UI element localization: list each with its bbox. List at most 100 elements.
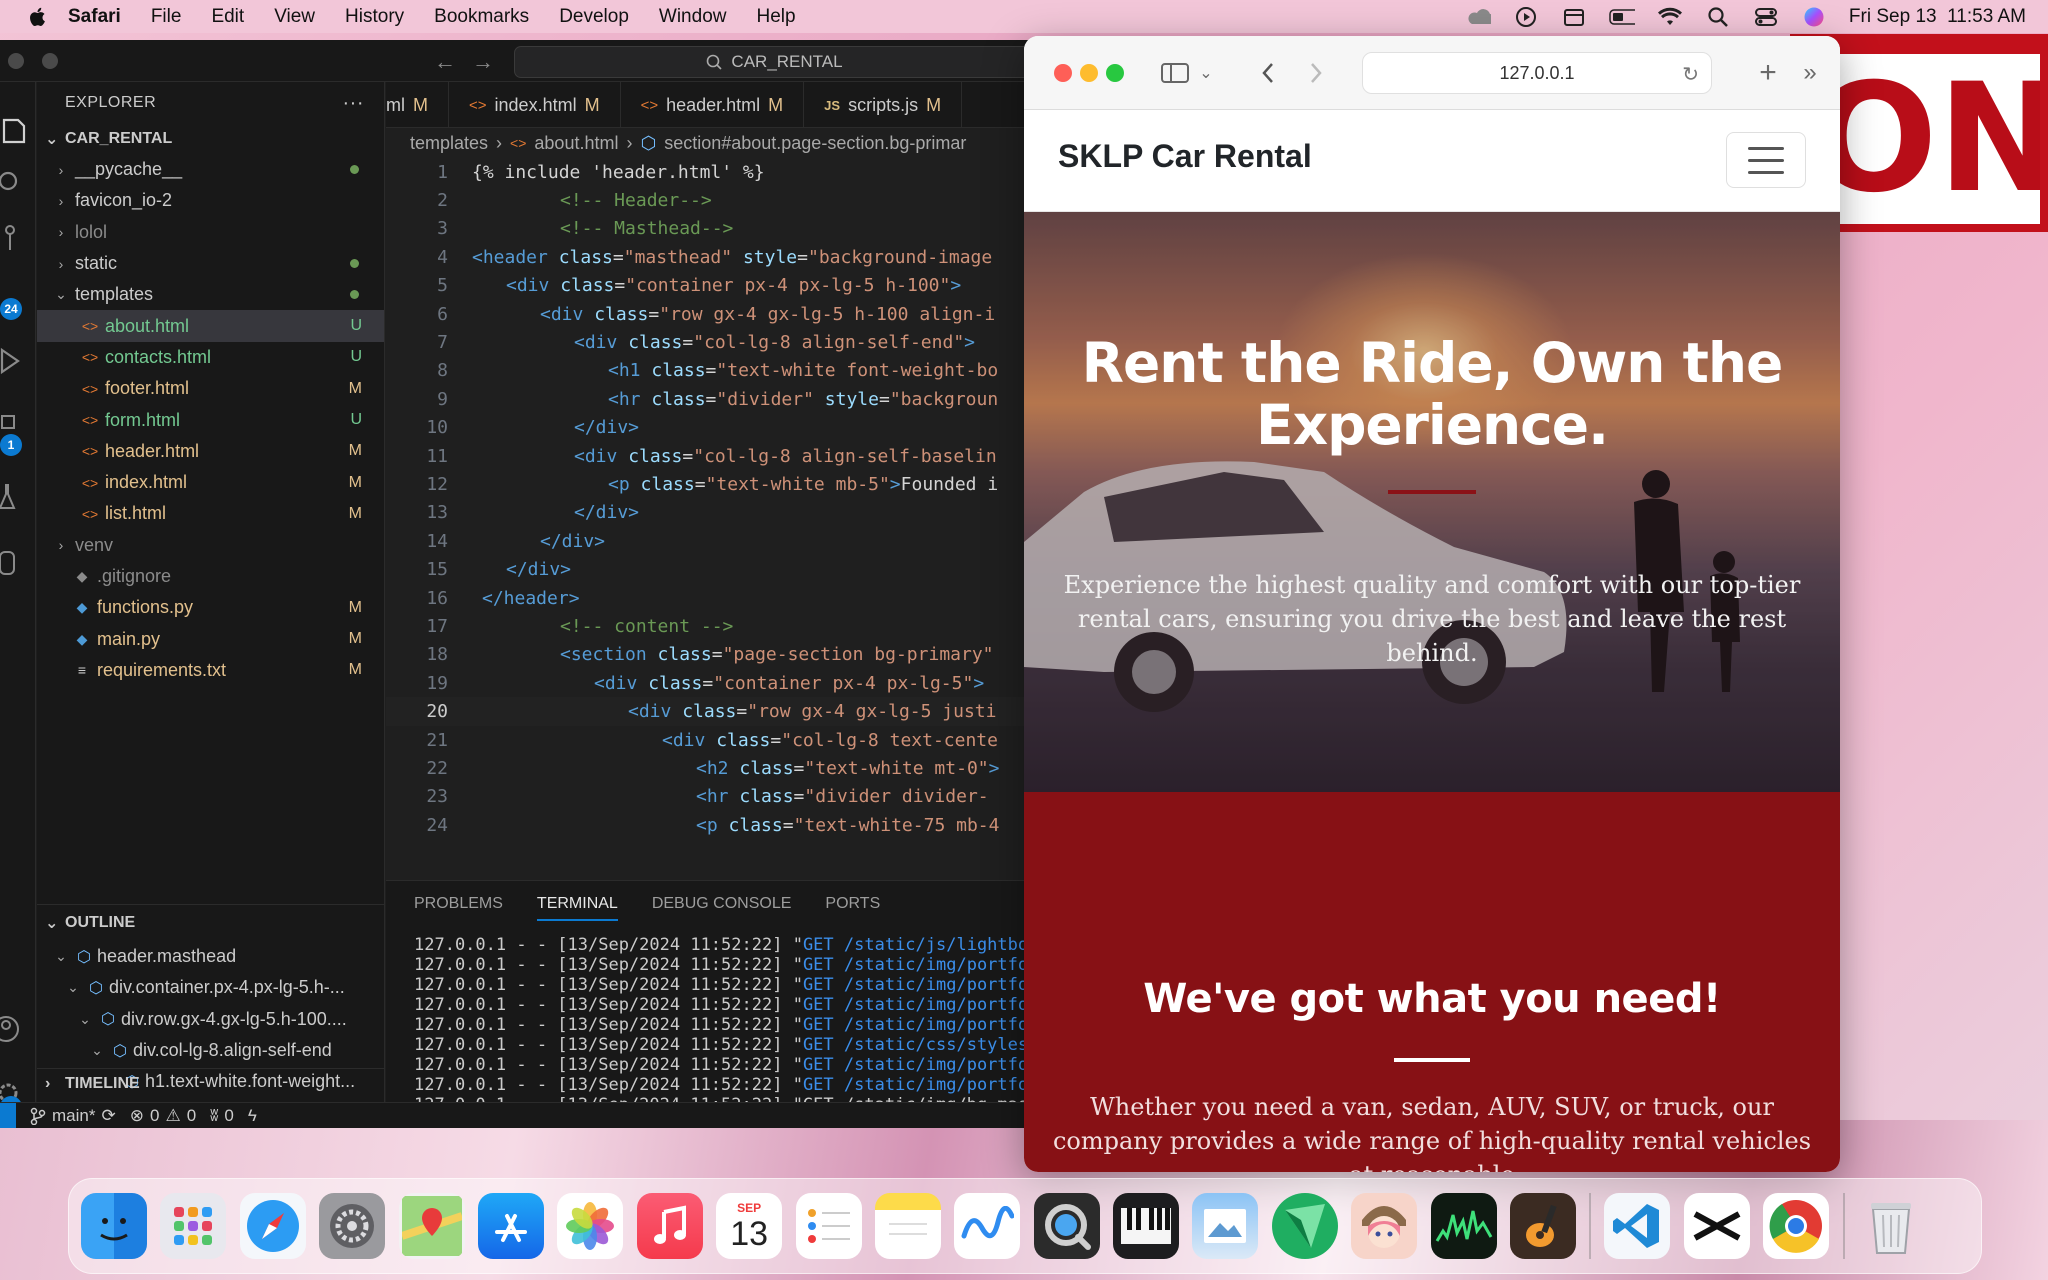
sync-icon[interactable]: ⟳ xyxy=(101,1106,115,1126)
explorer-files-icon[interactable] xyxy=(0,114,36,148)
reminders-icon[interactable] xyxy=(795,1193,862,1259)
file-tree-item[interactable]: ◆ main.py M xyxy=(37,623,384,654)
launchpad-icon[interactable] xyxy=(160,1193,227,1259)
testing-flask-icon[interactable] xyxy=(0,480,36,514)
file-tree-item[interactable]: › __pycache__ xyxy=(37,154,384,185)
outline-header[interactable]: ⌄ OUTLINE xyxy=(37,905,384,941)
search-sidebar-icon[interactable] xyxy=(0,164,36,198)
problems-status[interactable]: ⊗ 0 ⚠ 0 xyxy=(130,1106,196,1126)
window-dot-icon[interactable] xyxy=(42,53,58,69)
calendar-menu-icon[interactable] xyxy=(1561,6,1587,28)
wifi-icon[interactable] xyxy=(1657,6,1683,28)
ports-status[interactable]: ʬ 0 xyxy=(210,1106,234,1126)
file-tree-item[interactable]: › venv xyxy=(37,530,384,561)
more-actions-icon[interactable]: ··· xyxy=(343,92,364,115)
command-center-search[interactable]: CAR_RENTAL xyxy=(514,46,1030,78)
breadcrumb-item[interactable]: section#about.page-section.bg-primar xyxy=(664,133,966,154)
minimize-window-button[interactable] xyxy=(1080,64,1098,82)
vscode-icon[interactable] xyxy=(1604,1193,1671,1259)
tab-problems[interactable]: PROBLEMS xyxy=(414,895,503,913)
preview-icon[interactable] xyxy=(1192,1193,1259,1259)
chevron-down-icon[interactable]: ⌄ xyxy=(1196,56,1216,90)
file-tree-item[interactable]: <> form.html U xyxy=(37,404,384,435)
piano-keyboard-icon[interactable] xyxy=(1113,1193,1180,1259)
menu-clock[interactable]: Fri Sep 13 11:53 AM xyxy=(1849,6,2026,28)
tab-index-html[interactable]: <> index.html M xyxy=(449,82,621,127)
back-icon[interactable] xyxy=(1256,56,1280,90)
menu-history[interactable]: History xyxy=(345,6,404,28)
window-dot-icon[interactable] xyxy=(8,53,24,69)
activity-monitor-icon[interactable] xyxy=(1430,1193,1497,1259)
double-chevron-right-icon[interactable]: » xyxy=(1796,56,1824,90)
outline-item[interactable]: ⌄ ⬡ div.row.gx-4.gx-lg-5.h-100.... xyxy=(37,1004,384,1035)
site-brand[interactable]: SKLP Car Rental xyxy=(1058,138,1312,175)
timeline-header[interactable]: › TIMELINE xyxy=(37,1068,384,1098)
menu-toggle-button[interactable] xyxy=(1726,132,1806,188)
file-tree-item[interactable]: <> about.html U xyxy=(37,310,384,342)
apple-logo-icon[interactable] xyxy=(26,5,50,29)
file-tree-item[interactable]: › static xyxy=(37,248,384,279)
green-app-icon[interactable] xyxy=(1271,1193,1338,1259)
project-folder-header[interactable]: ⌄ CAR_RENTAL xyxy=(37,124,384,154)
control-center-icon[interactable] xyxy=(1753,6,1779,28)
battery-icon[interactable] xyxy=(1609,6,1635,28)
play-icon[interactable] xyxy=(1513,6,1539,28)
menu-view[interactable]: View xyxy=(274,6,315,28)
file-tree-item[interactable]: <> header.html M xyxy=(37,436,384,467)
file-tree-item[interactable]: › favicon_io-2 xyxy=(37,185,384,216)
address-bar[interactable]: 127.0.0.1 ↻ xyxy=(1362,52,1712,94)
file-tree-item[interactable]: ⌄ templates xyxy=(37,279,384,310)
sidebar-toggle-icon[interactable] xyxy=(1160,56,1190,90)
trash-icon[interactable] xyxy=(1858,1193,1924,1259)
anime-character-icon[interactable] xyxy=(1351,1193,1418,1259)
remote-indicator[interactable] xyxy=(0,1102,16,1128)
menu-help[interactable]: Help xyxy=(756,6,795,28)
notes-icon[interactable] xyxy=(874,1193,941,1259)
menu-develop[interactable]: Develop xyxy=(559,6,629,28)
tab-partial[interactable]: ml M xyxy=(386,82,449,127)
file-tree-item[interactable]: <> footer.html M xyxy=(37,373,384,404)
lightning-icon[interactable]: ϟ xyxy=(248,1106,257,1126)
safari-compass-icon[interactable] xyxy=(239,1193,306,1259)
tab-ports[interactable]: PORTS xyxy=(825,895,880,913)
zoom-window-button[interactable] xyxy=(1106,64,1124,82)
file-tree-item[interactable]: ◆ functions.py M xyxy=(37,592,384,623)
tab-header-html[interactable]: <> header.html M xyxy=(621,82,805,127)
file-tree-item[interactable]: ◆ .gitignore xyxy=(37,561,384,592)
python-icon[interactable] xyxy=(0,546,36,580)
reload-icon[interactable]: ↻ xyxy=(1682,62,1699,87)
tab-terminal[interactable]: TERMINAL xyxy=(536,887,618,921)
menu-edit[interactable]: Edit xyxy=(211,6,244,28)
menu-file[interactable]: File xyxy=(151,6,182,28)
outline-item[interactable]: ⌄ ⬡ header.masthead xyxy=(37,941,384,972)
maps-icon[interactable] xyxy=(398,1193,465,1259)
forward-arrow-icon[interactable]: → xyxy=(472,49,494,75)
accounts-icon[interactable] xyxy=(0,1012,36,1046)
calendar-icon[interactable]: SEP 13 xyxy=(716,1193,783,1259)
photos-icon[interactable] xyxy=(557,1193,624,1259)
file-tree-item[interactable]: <> list.html M xyxy=(37,498,384,529)
capcut-icon[interactable] xyxy=(1683,1193,1750,1259)
back-arrow-icon[interactable]: ← xyxy=(434,49,456,75)
menu-window[interactable]: Window xyxy=(659,6,727,28)
file-tree-item[interactable]: ≡ requirements.txt M xyxy=(37,655,384,686)
file-tree-item[interactable]: <> contacts.html U xyxy=(37,342,384,373)
file-tree-item[interactable]: <> index.html M xyxy=(37,467,384,498)
tab-debug-console[interactable]: DEBUG CONSOLE xyxy=(652,895,792,913)
finder-icon[interactable] xyxy=(81,1193,147,1259)
app-store-icon[interactable] xyxy=(477,1193,544,1259)
outline-item[interactable]: ⌄ ⬡ div.container.px-4.px-lg-5.h-... xyxy=(37,972,384,1003)
file-tree-item[interactable]: › lolol xyxy=(37,217,384,248)
menu-bookmarks[interactable]: Bookmarks xyxy=(434,6,529,28)
menu-app-name[interactable]: Safari xyxy=(68,6,121,28)
system-settings-icon[interactable] xyxy=(319,1193,386,1259)
siri-icon[interactable] xyxy=(1801,6,1827,28)
quicktime-icon[interactable] xyxy=(1033,1193,1100,1259)
run-debug-icon[interactable] xyxy=(0,344,36,378)
terminal-output[interactable]: 127.0.0.1 - - [13/Sep/2024 11:52:22] "GE… xyxy=(386,927,1030,1115)
cloud-icon[interactable] xyxy=(1465,6,1491,28)
breadcrumb-item[interactable]: about.html xyxy=(534,133,618,154)
chrome-icon[interactable] xyxy=(1763,1193,1830,1259)
new-tab-icon[interactable]: + xyxy=(1754,56,1782,90)
code-lines[interactable]: 1 {% include 'header.html' %} 2 <!-- Heade… xyxy=(386,158,1030,839)
